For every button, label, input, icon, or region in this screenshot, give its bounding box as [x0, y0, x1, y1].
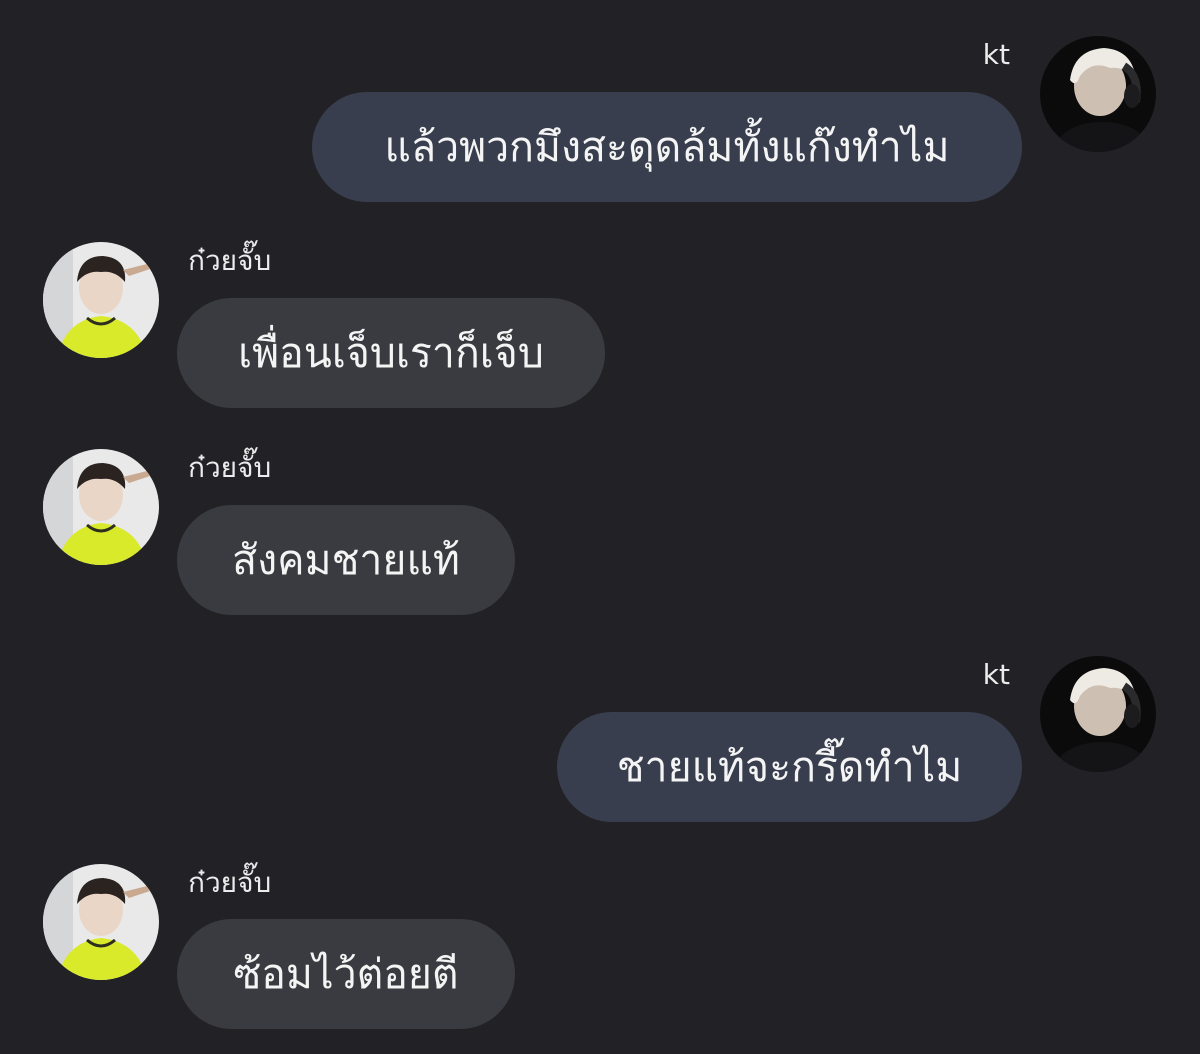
avatar-kt-image — [1040, 656, 1156, 772]
sender-name: kt — [982, 658, 1010, 691]
sender-name: ก๋วยจั๊บ — [188, 244, 272, 277]
avatar-friend[interactable] — [43, 449, 159, 565]
avatar-friend-image — [43, 449, 159, 565]
avatar-friend[interactable] — [43, 242, 159, 358]
avatar-friend[interactable] — [43, 864, 159, 980]
message-bubble-received[interactable]: ซ้อมไว้ต่อยตี — [177, 919, 515, 1029]
avatar-kt[interactable] — [1040, 656, 1156, 772]
message-bubble-sent[interactable]: ชายแท้จะกรี๊ดทำไม — [557, 712, 1022, 822]
message-bubble-received[interactable]: เพื่อนเจ็บเราก็เจ็บ — [177, 298, 605, 408]
chat-window: kt แล้วพวกมึงสะดุดล้มทั้งแก๊งทำไม ก๋วยจั… — [0, 0, 1200, 1054]
sender-name: ก๋วยจั๊บ — [188, 866, 272, 899]
sender-name: kt — [982, 38, 1010, 71]
avatar-kt-image — [1040, 36, 1156, 152]
avatar-kt[interactable] — [1040, 36, 1156, 152]
avatar-friend-image — [43, 864, 159, 980]
avatar-friend-image — [43, 242, 159, 358]
message-bubble-received[interactable]: สังคมชายแท้ — [177, 505, 515, 615]
sender-name: ก๋วยจั๊บ — [188, 451, 272, 484]
message-bubble-sent[interactable]: แล้วพวกมึงสะดุดล้มทั้งแก๊งทำไม — [312, 92, 1022, 202]
